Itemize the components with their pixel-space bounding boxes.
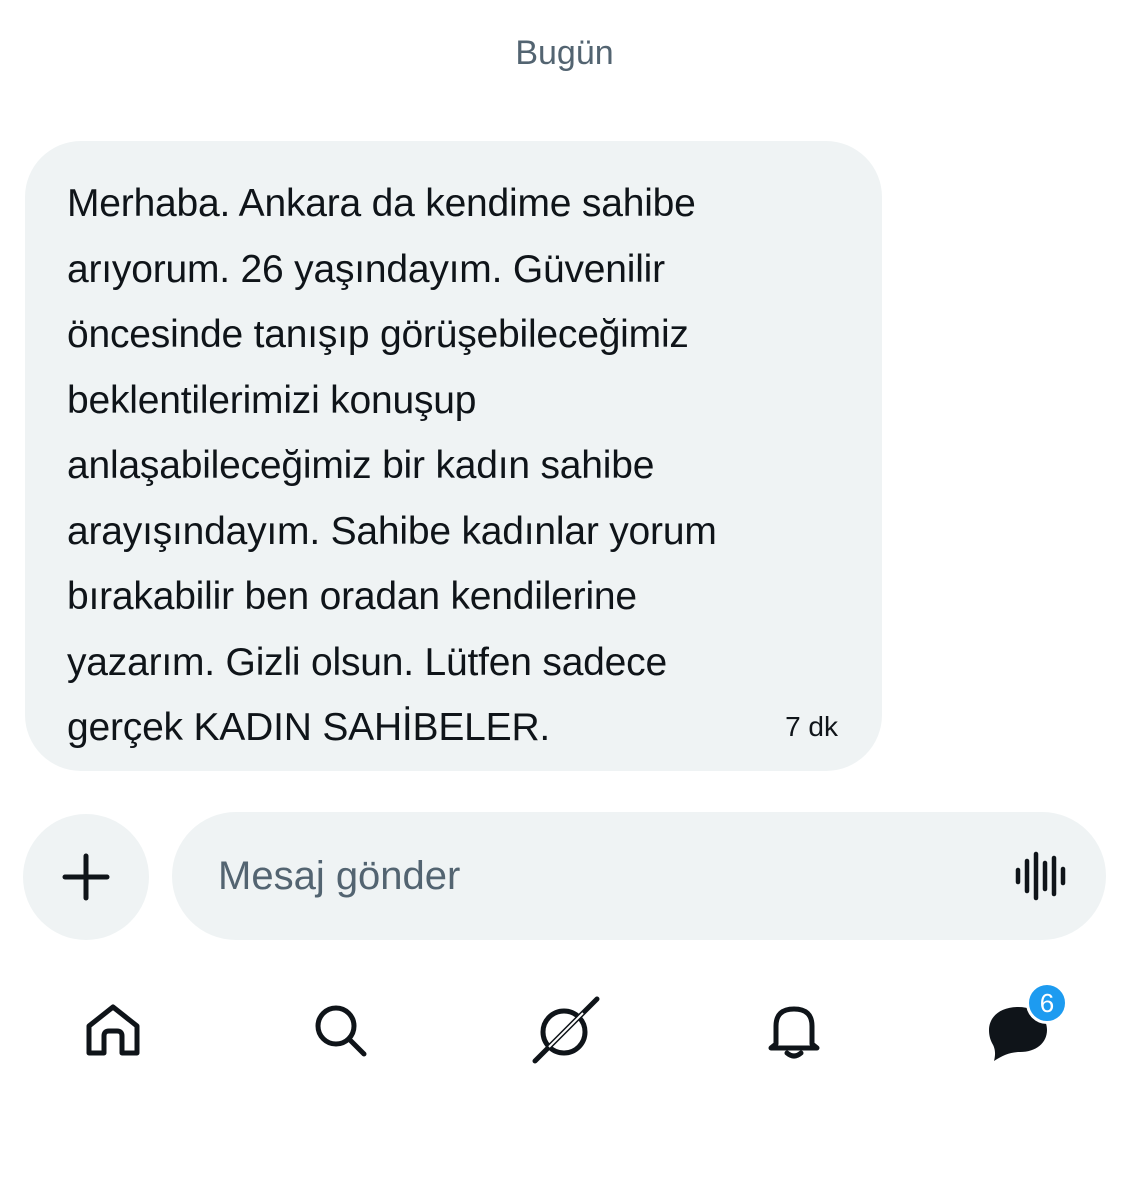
message-text: Merhaba. Ankara da kendime sahibe arıyor… bbox=[67, 171, 842, 761]
date-divider: Bugün bbox=[515, 34, 614, 72]
search-icon bbox=[315, 1005, 367, 1057]
message-line: gerçek KADIN SAHİBELER. bbox=[67, 706, 551, 749]
message-line: bırakabilir ben oradan kendilerine bbox=[67, 575, 637, 618]
nav-home[interactable] bbox=[73, 990, 153, 1070]
bell-icon bbox=[768, 1006, 820, 1059]
message-line: Merhaba. Ankara da kendime sahibe bbox=[67, 182, 696, 225]
nav-messages[interactable]: 6 bbox=[978, 982, 1068, 1070]
grok-icon bbox=[532, 996, 600, 1064]
message-line: öncesinde tanışıp görüşebileceğimiz bbox=[67, 313, 689, 356]
nav-grok[interactable] bbox=[526, 990, 606, 1070]
add-attachment-button[interactable] bbox=[23, 814, 149, 940]
message-line: beklentilerimizi konuşup bbox=[67, 378, 477, 422]
voice-waveform-icon bbox=[1015, 851, 1066, 901]
nav-notifications[interactable] bbox=[754, 990, 834, 1070]
message-composer bbox=[172, 812, 1106, 940]
message-line: arıyorum. 26 yaşındayım. Güvenilir bbox=[67, 247, 665, 291]
plus-icon bbox=[62, 853, 110, 901]
nav-search[interactable] bbox=[300, 990, 380, 1070]
message-line: yazarım. Gizli olsun. Lütfen sadece bbox=[67, 640, 667, 684]
home-icon bbox=[86, 1004, 140, 1056]
dm-conversation-screen: Bugün Merhaba. Ankara da kendime sahibe … bbox=[0, 0, 1129, 1200]
voice-message-button[interactable] bbox=[1012, 846, 1072, 906]
unread-messages-badge: 6 bbox=[1026, 982, 1068, 1024]
message-timestamp: 7 dk bbox=[785, 711, 838, 742]
bottom-navigation: 6 bbox=[0, 982, 1129, 1080]
message-input[interactable] bbox=[218, 853, 1012, 899]
received-message-bubble[interactable]: Merhaba. Ankara da kendime sahibe arıyor… bbox=[25, 141, 882, 771]
message-line: anlaşabileceğimiz bir kadın sahibe bbox=[67, 444, 655, 487]
message-line: arayışındayım. Sahibe kadınlar yorum bbox=[67, 509, 717, 553]
